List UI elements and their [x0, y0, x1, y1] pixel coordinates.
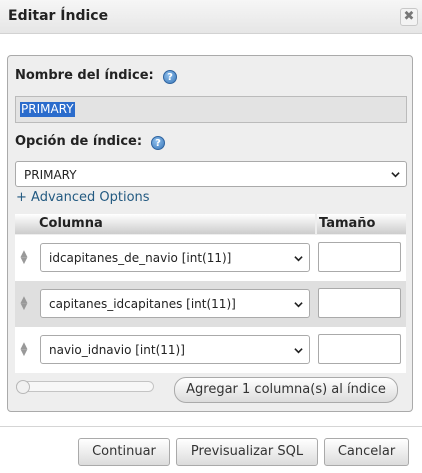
drag-handle-icon[interactable]: ▲ ▼	[20, 342, 28, 358]
chevron-down-icon	[294, 302, 303, 308]
index-name-input[interactable]: PRIMARY	[15, 96, 407, 123]
index-option-select[interactable]: PRIMARY	[15, 161, 407, 187]
preview-sql-button[interactable]: Previsualizar SQL	[176, 438, 318, 466]
footer-divider	[0, 426, 422, 427]
index-name-value: PRIMARY	[20, 102, 75, 117]
drag-handle-icon[interactable]: ▲ ▼	[20, 296, 28, 312]
chevron-down-icon	[391, 172, 400, 178]
size-input[interactable]	[318, 334, 401, 364]
help-icon[interactable]: ?	[151, 136, 165, 150]
size-input[interactable]	[318, 242, 401, 272]
column-select[interactable]: capitanes_idcapitanes [int(11)]	[40, 289, 310, 318]
table-row: ▲ ▼ idcapitanes_de_navio [int(11)]	[15, 235, 406, 281]
column-select[interactable]: navio_idnavio [int(11)]	[40, 335, 310, 364]
table-row: ▲ ▼ capitanes_idcapitanes [int(11)]	[15, 281, 406, 327]
size-input[interactable]	[318, 288, 401, 318]
dialog-title: Editar Índice	[8, 8, 109, 24]
index-name-label: Nombre del índice:	[15, 68, 154, 83]
column-count-slider[interactable]	[16, 380, 154, 394]
index-option-value: PRIMARY	[24, 168, 77, 182]
add-columns-button[interactable]: Agregar 1 columna(s) al índice	[174, 377, 398, 403]
drag-handle-icon[interactable]: ▲ ▼	[20, 250, 28, 266]
dialog-titlebar: Editar Índice ✖	[0, 0, 422, 34]
column-header: Columna	[15, 214, 315, 234]
chevron-down-icon	[294, 256, 303, 262]
advanced-options-link[interactable]: + Advanced Options	[16, 190, 150, 205]
continue-button[interactable]: Continuar	[78, 438, 170, 466]
column-select[interactable]: idcapitanes_de_navio [int(11)]	[40, 243, 310, 272]
cancel-button[interactable]: Cancelar	[324, 438, 409, 466]
index-option-label: Opción de índice:	[15, 134, 143, 149]
chevron-down-icon	[294, 348, 303, 354]
close-button[interactable]: ✖	[400, 8, 418, 26]
size-header: Tamaño	[317, 214, 406, 234]
edit-index-fieldset: Nombre del índice: ? PRIMARY Opción de í…	[7, 55, 413, 412]
table-row: ▲ ▼ navio_idnavio [int(11)]	[15, 327, 406, 373]
help-icon[interactable]: ?	[163, 70, 177, 84]
slider-handle[interactable]	[16, 380, 30, 394]
close-icon: ✖	[403, 9, 415, 24]
